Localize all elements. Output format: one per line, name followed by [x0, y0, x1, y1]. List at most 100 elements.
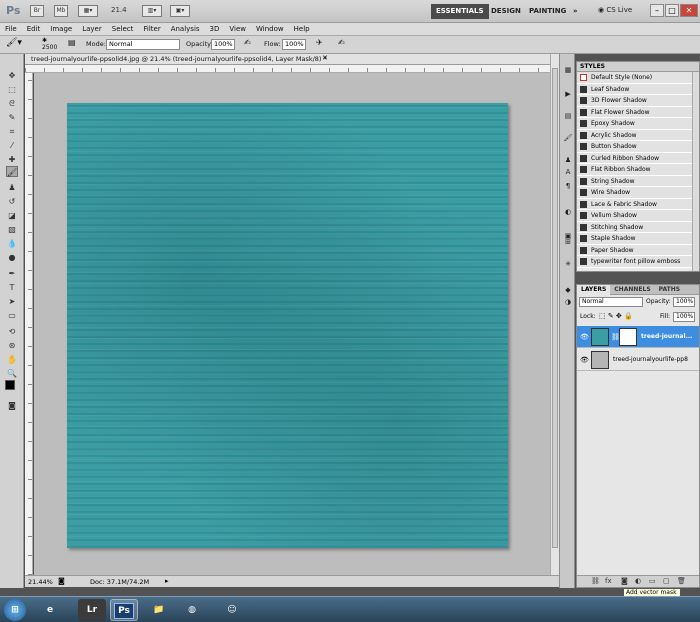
3d-panel-icon[interactable]: ✳ [563, 260, 573, 269]
lock-icons[interactable]: ⬚ ✎ ✥ 🔒 [599, 312, 633, 320]
style-item[interactable]: Button Shadow [577, 141, 699, 153]
delete-layer-icon[interactable]: 🗑 [677, 577, 686, 585]
hand-tool-icon[interactable]: ✋ [6, 354, 18, 365]
navigator-panel-icon[interactable]: ⊞ [563, 238, 573, 247]
tab-paths[interactable]: PATHS [655, 285, 684, 295]
style-item[interactable]: Wire Shadow [577, 187, 699, 199]
adjustments-panel-icon[interactable]: ◐ [563, 208, 573, 217]
layer-row[interactable]: 👁 treed-journalyourlife-pp8 [577, 349, 699, 371]
pressure-size-icon[interactable]: ✍ [338, 38, 345, 47]
style-item[interactable]: Default Style (None) [577, 72, 699, 84]
brush-size-picker[interactable]: ✱ 2500 [42, 37, 57, 51]
file-explorer-icon[interactable]: 📁 [145, 599, 173, 621]
marquee-tool-icon[interactable]: ⬚ [6, 84, 18, 95]
document-canvas[interactable] [67, 103, 508, 548]
menu-image[interactable]: Image [45, 23, 77, 36]
layer-row[interactable]: 👁 ⛓ treed-journal... [577, 326, 699, 348]
history-panel-icon[interactable]: ▦ [563, 66, 573, 75]
menu-filter[interactable]: Filter [138, 23, 165, 36]
foreground-color-swatch[interactable] [5, 380, 15, 390]
close-button[interactable]: ✕ [680, 4, 698, 17]
eraser-tool-icon[interactable]: ◪ [6, 210, 18, 221]
3d-rotate-tool-icon[interactable]: ⟲ [6, 326, 18, 337]
styles-panel-header[interactable]: STYLES [577, 62, 699, 72]
start-button[interactable]: ⊞ [4, 599, 26, 621]
type-tool-icon[interactable]: T [6, 282, 18, 293]
style-item[interactable]: Leaf Shadow [577, 83, 699, 95]
adjustment-layer-icon[interactable]: ◐ [635, 577, 641, 585]
blend-mode-select[interactable]: Normal [579, 297, 643, 307]
style-item[interactable]: Lace & Fabric Shadow [577, 198, 699, 210]
clone-stamp-tool-icon[interactable]: ♟ [6, 182, 18, 193]
quick-mask-icon[interactable]: ◙ [6, 400, 18, 411]
status-menu-arrow-icon[interactable]: ▸ [165, 577, 169, 585]
brush-tool-icon[interactable]: 🖌 [6, 166, 18, 177]
internet-explorer-icon[interactable]: e [36, 599, 64, 621]
actions-panel-icon[interactable]: ▶ [563, 90, 573, 99]
menu-layer[interactable]: Layer [77, 23, 107, 36]
workspace-essentials[interactable]: ESSENTIALS [431, 4, 489, 19]
document-tab[interactable]: treed-journalyourlife-ppsolid4.jpg @ 21.… [25, 54, 550, 65]
eyedropper-tool-icon[interactable]: ⁄ [6, 140, 18, 151]
tab-channels[interactable]: CHANNELS [610, 285, 654, 295]
move-tool-icon[interactable]: ✥ [6, 70, 18, 81]
add-vector-mask-icon[interactable]: ◙ [621, 577, 628, 585]
minimize-button[interactable]: – [650, 4, 664, 17]
pressure-opacity-icon[interactable]: ✍ [244, 38, 251, 47]
flow-input[interactable]: 100% [282, 39, 306, 50]
brush-presets-icon[interactable]: ▤ [563, 112, 573, 121]
pen-tool-icon[interactable]: ✒ [6, 268, 18, 279]
gradient-tool-icon[interactable]: ▧ [6, 224, 18, 235]
maximize-button[interactable]: □ [665, 4, 679, 17]
menu-window[interactable]: Window [251, 23, 289, 36]
bridge-icon[interactable]: Br [30, 5, 44, 17]
crop-tool-icon[interactable]: ⌗ [6, 126, 18, 137]
style-item[interactable]: 3D Flower Shadow [577, 95, 699, 107]
more-workspaces-button[interactable]: » [568, 4, 583, 19]
workspace-painting[interactable]: PAINTING [524, 4, 571, 19]
airbrush-icon[interactable]: ✈ [316, 38, 323, 47]
arrange-documents-icon[interactable]: ▥▾ [142, 5, 162, 17]
workspace-design[interactable]: DESIGN [486, 4, 526, 19]
zoom-status-field[interactable]: 21.44% [28, 578, 53, 586]
menu-help[interactable]: Help [289, 23, 315, 36]
menu-file[interactable]: File [0, 23, 22, 36]
3d-orbit-tool-icon[interactable]: ⊛ [6, 340, 18, 351]
style-item[interactable]: String Shadow [577, 175, 699, 187]
new-group-icon[interactable]: ▭ [649, 577, 656, 585]
menu-select[interactable]: Select [107, 23, 139, 36]
menu-3d[interactable]: 3D [205, 23, 225, 36]
status-options-icon[interactable]: ◙ [58, 577, 65, 585]
style-item[interactable]: Curled Ribbon Shadow [577, 152, 699, 164]
chrome-icon[interactable]: ◍ [178, 599, 206, 621]
eye-icon[interactable]: 👁 [580, 333, 589, 341]
blur-tool-icon[interactable]: 💧 [6, 238, 18, 249]
layers-dock-icon[interactable]: ◆ [563, 286, 573, 295]
healing-brush-tool-icon[interactable]: ✚ [6, 154, 18, 165]
quick-select-tool-icon[interactable]: ✎ [6, 112, 18, 123]
menu-analysis[interactable]: Analysis [166, 23, 205, 36]
style-item[interactable]: Flat Ribbon Shadow [577, 164, 699, 176]
clone-source-icon[interactable]: ♟ [563, 156, 573, 165]
cs-live-button[interactable]: ◉ CS Live [598, 6, 632, 14]
channels-dock-icon[interactable]: ◑ [563, 298, 573, 307]
history-brush-tool-icon[interactable]: ↺ [6, 196, 18, 207]
menu-view[interactable]: View [224, 23, 251, 36]
tab-layers[interactable]: LAYERS [577, 285, 611, 295]
link-layers-icon[interactable]: ⛓ [591, 577, 600, 585]
style-item[interactable]: Flat Flower Shadow [577, 106, 699, 118]
layer-mask-thumbnail[interactable] [619, 328, 637, 346]
zoom-level-dropdown[interactable]: 21.4 [111, 6, 127, 14]
zoom-tool-icon[interactable]: 🔍 [6, 368, 18, 379]
style-item[interactable]: Staple Shadow [577, 233, 699, 245]
lightroom-icon[interactable]: Lr [78, 599, 106, 621]
close-document-icon[interactable]: ✕ [322, 54, 328, 62]
yahoo-messenger-icon[interactable]: ☺ [218, 599, 246, 621]
style-item[interactable]: Paper Shadow [577, 244, 699, 256]
style-item[interactable]: typewriter font pillow emboss [577, 256, 699, 268]
dodge-tool-icon[interactable]: ● [6, 252, 18, 263]
styles-scrollbar[interactable] [692, 72, 699, 271]
fill-input[interactable]: 100% [673, 312, 695, 322]
brush-tool-preset-icon[interactable]: 🖌▾ [6, 38, 22, 48]
eye-icon[interactable]: 👁 [580, 356, 589, 364]
